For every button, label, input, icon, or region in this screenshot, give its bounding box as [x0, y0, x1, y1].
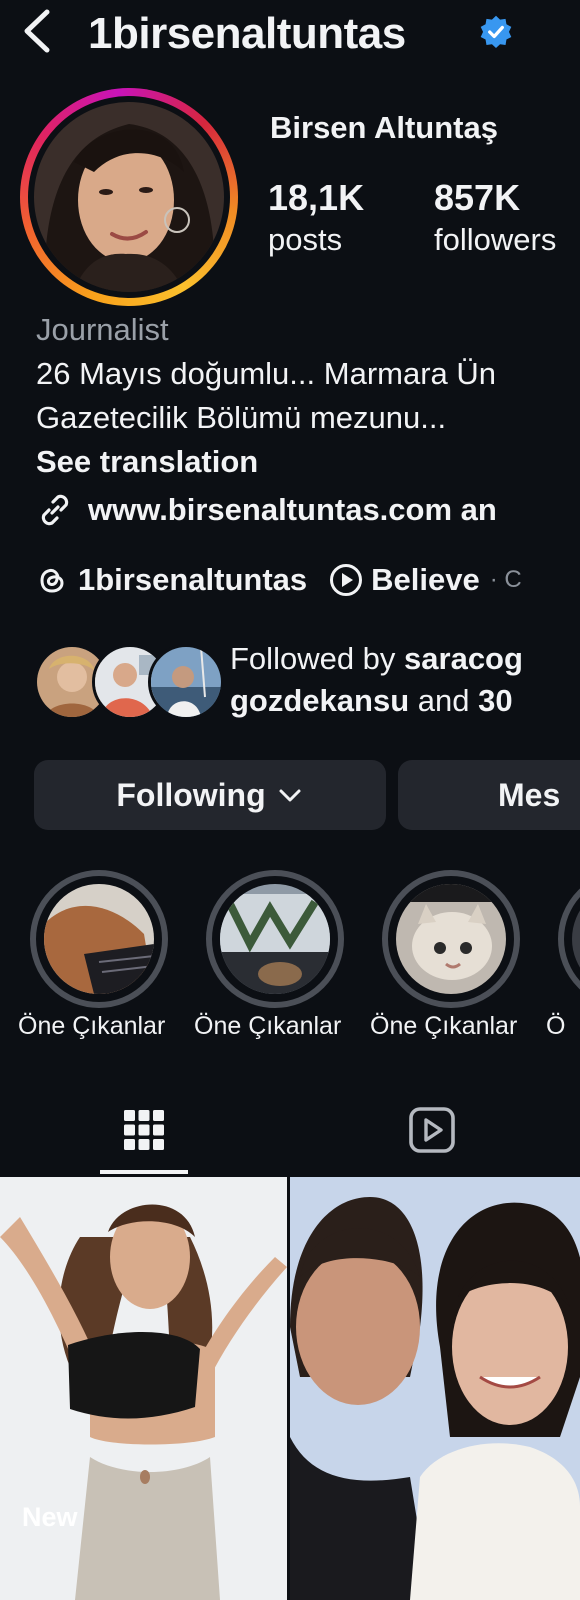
- music-title: Believe: [371, 562, 480, 597]
- followed-by-and: and: [409, 683, 479, 718]
- highlight-label: Öne Çıkanlar: [18, 1012, 166, 1040]
- see-translation-link[interactable]: See translation: [36, 444, 258, 480]
- reels-icon: [409, 1107, 455, 1153]
- highlight-2[interactable]: [206, 870, 344, 1008]
- chevron-left-icon: [24, 9, 50, 53]
- followers-label: followers: [434, 222, 557, 257]
- display-name: Birsen Altuntaş: [270, 110, 498, 145]
- threads-and-music-row: 1birsenaltuntas Believe · C: [36, 558, 522, 602]
- highlight-4[interactable]: [558, 870, 580, 1008]
- bio-line-2: Gazetecilik Bölümü mezunu...: [36, 400, 447, 435]
- profile-username: 1birsenaltuntas: [88, 9, 406, 58]
- highlight-1[interactable]: [30, 870, 168, 1008]
- tab-posts-grid[interactable]: [100, 1096, 188, 1164]
- posts-label: posts: [268, 222, 343, 257]
- profile-avatar: [34, 102, 224, 292]
- highlight-label: Öne Çıkanlar: [194, 1012, 342, 1040]
- message-button[interactable]: Mes: [398, 760, 580, 830]
- music-link[interactable]: Believe: [329, 562, 480, 598]
- profile-category: Journalist: [36, 312, 169, 347]
- story-ring[interactable]: [20, 88, 238, 306]
- grid-icon: [124, 1110, 164, 1150]
- highlight-label: Öne Çıkanlar: [370, 1012, 518, 1040]
- message-label: Mes: [498, 776, 561, 813]
- link-icon: [41, 494, 69, 526]
- website-url: www.birsenaltuntas.com an: [88, 492, 497, 527]
- posts-count: 18,1K: [268, 177, 365, 218]
- highlight-cover: [396, 884, 506, 994]
- posts-stat[interactable]: 18,1K posts: [268, 176, 364, 260]
- active-tab-indicator: [100, 1170, 188, 1174]
- profile-header: 1birsenaltuntas: [0, 0, 580, 70]
- play-circle-icon: [330, 564, 363, 596]
- followers-count: 857K: [434, 177, 521, 218]
- mutual-followers-count: 30: [478, 683, 513, 718]
- highlight-cover: [44, 884, 154, 994]
- post-tile-2[interactable]: [290, 1177, 580, 1600]
- highlight-label: Ö: [546, 1012, 566, 1040]
- back-button[interactable]: [14, 6, 58, 56]
- avatar: [148, 644, 224, 720]
- verified-badge-icon: [480, 15, 512, 49]
- following-button[interactable]: Following: [34, 760, 386, 830]
- highlight-3[interactable]: [382, 870, 520, 1008]
- new-post-badge: New: [22, 1502, 78, 1532]
- highlight-cover: [220, 884, 330, 994]
- followers-stat[interactable]: 857K followers: [434, 176, 556, 260]
- mutual-follower-1[interactable]: saracog: [404, 641, 523, 676]
- followed-by-text[interactable]: Followed by saracog gozdekansu and 30: [230, 638, 523, 722]
- mutual-followers-avatars[interactable]: [34, 644, 224, 720]
- followed-by-prefix: Followed by: [230, 641, 405, 676]
- highlight-cover: [572, 884, 580, 994]
- tab-reels[interactable]: [388, 1096, 476, 1164]
- threads-handle[interactable]: 1birsenaltuntas: [78, 562, 307, 598]
- post-tile-1[interactable]: [0, 1177, 287, 1600]
- music-artist-preview: · C: [489, 566, 522, 593]
- mutual-follower-2[interactable]: gozdekansu: [230, 683, 409, 718]
- profile-page: 1birsenaltuntas Birsen Altuntaş 18,1K po…: [0, 0, 580, 1600]
- bio-line-1: 26 Mayıs doğumlu... Marmara Ün: [36, 356, 497, 391]
- threads-icon[interactable]: [36, 564, 68, 596]
- website-link[interactable]: www.birsenaltuntas.com an: [36, 488, 497, 532]
- following-label: Following: [116, 776, 266, 813]
- chevron-down-icon: [279, 789, 301, 802]
